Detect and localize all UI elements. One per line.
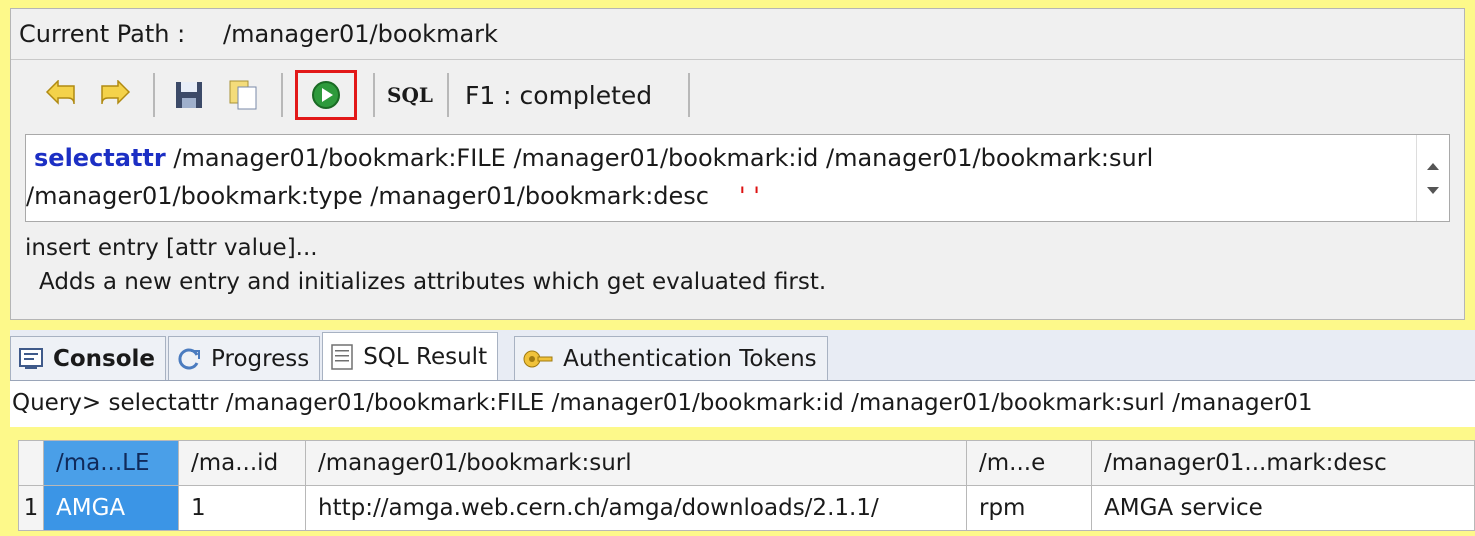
column-header[interactable]: /m...e (966, 440, 1092, 486)
help-command: insert entry [attr value]... (25, 235, 318, 261)
query-text: Query> selectattr /manager01/bookmark:FI… (10, 381, 1475, 427)
authentication-tokens-icon (523, 348, 553, 370)
scroll-up-icon[interactable] (1427, 163, 1439, 170)
tab-console[interactable]: Console (10, 336, 167, 380)
progress-icon (177, 347, 201, 371)
editor-quotes: ' ' (738, 182, 760, 210)
row-number-header (18, 440, 44, 486)
table-cell[interactable]: 1 (178, 485, 306, 531)
column-header[interactable]: /manager01/bookmark:surl (305, 440, 967, 486)
toolbar-separator (153, 73, 155, 117)
console-icon (19, 347, 43, 370)
tab-progress[interactable]: Progress (168, 336, 321, 380)
toolbar: SQL F1 : completed (11, 60, 1464, 130)
sql-button[interactable]: SQL (387, 83, 433, 107)
current-path-value: /manager01/bookmark (223, 20, 498, 48)
toolbar-separator (688, 73, 691, 117)
tab-console-label: Console (53, 345, 156, 372)
tab-sql-result[interactable]: SQL Result (322, 332, 499, 380)
editor-line-2-text: /manager01/bookmark:type /manager01/book… (26, 182, 709, 210)
sql-result-icon (331, 343, 353, 370)
command-editor[interactable]: selectattr /manager01/bookmark:FILE /man… (25, 134, 1450, 222)
run-icon (312, 81, 340, 109)
tab-authentication-tokens[interactable]: Authentication Tokens (514, 336, 828, 380)
editor-keyword: selectattr (34, 144, 166, 172)
toolbar-separator (281, 73, 283, 117)
tab-progress-label: Progress (211, 345, 310, 372)
command-panel: Current Path : /manager01/bookmark SQL F… (10, 8, 1465, 320)
tab-sql-result-label: SQL Result (363, 343, 488, 370)
table-cell[interactable]: http://amga.web.cern.ch/amga/downloads/2… (305, 485, 967, 531)
status-text: F1 : completed (464, 80, 653, 110)
toolbar-separator (446, 73, 449, 117)
table-cell[interactable]: rpm (966, 485, 1092, 531)
editor-line-2: /manager01/bookmark:type /manager01/book… (26, 177, 1449, 215)
current-path-bar: Current Path : /manager01/bookmark (11, 9, 1464, 60)
editor-line-1: selectattr /manager01/bookmark:FILE /man… (34, 139, 1449, 177)
help-description: Adds a new entry and initializes attribu… (39, 269, 827, 295)
forward-arrow-icon[interactable] (93, 73, 137, 117)
save-icon[interactable] (167, 73, 211, 117)
tab-authentication-tokens-label: Authentication Tokens (563, 345, 817, 372)
toolbar-separator (373, 73, 375, 117)
column-header[interactable]: /ma...id (178, 440, 306, 486)
run-button[interactable] (295, 70, 357, 120)
current-path-label: Current Path : (19, 20, 186, 48)
result-table: /ma...LE /ma...id /manager01/bookmark:su… (18, 440, 1475, 531)
column-header[interactable]: /manager01...mark:desc (1091, 440, 1475, 486)
column-header[interactable]: /ma...LE (43, 440, 179, 486)
command-help: insert entry [attr value]... Adds a new … (25, 231, 826, 299)
copy-icon[interactable] (221, 73, 265, 117)
view-tabs: Console Progress SQL Result Authenticati… (10, 330, 1475, 381)
table-header-row: /ma...LE /ma...id /manager01/bookmark:su… (18, 440, 1475, 486)
table-cell[interactable]: AMGA service (1091, 485, 1475, 531)
table-cell[interactable]: AMGA (43, 485, 179, 531)
table-row[interactable]: 1 AMGA 1 http://amga.web.cern.ch/amga/do… (18, 485, 1475, 531)
editor-line-1-text: /manager01/bookmark:FILE /manager01/book… (165, 144, 1154, 172)
editor-scrollbar[interactable] (1416, 135, 1449, 221)
row-number: 1 (18, 485, 44, 531)
back-arrow-icon[interactable] (39, 73, 83, 117)
scroll-down-icon[interactable] (1427, 187, 1439, 194)
